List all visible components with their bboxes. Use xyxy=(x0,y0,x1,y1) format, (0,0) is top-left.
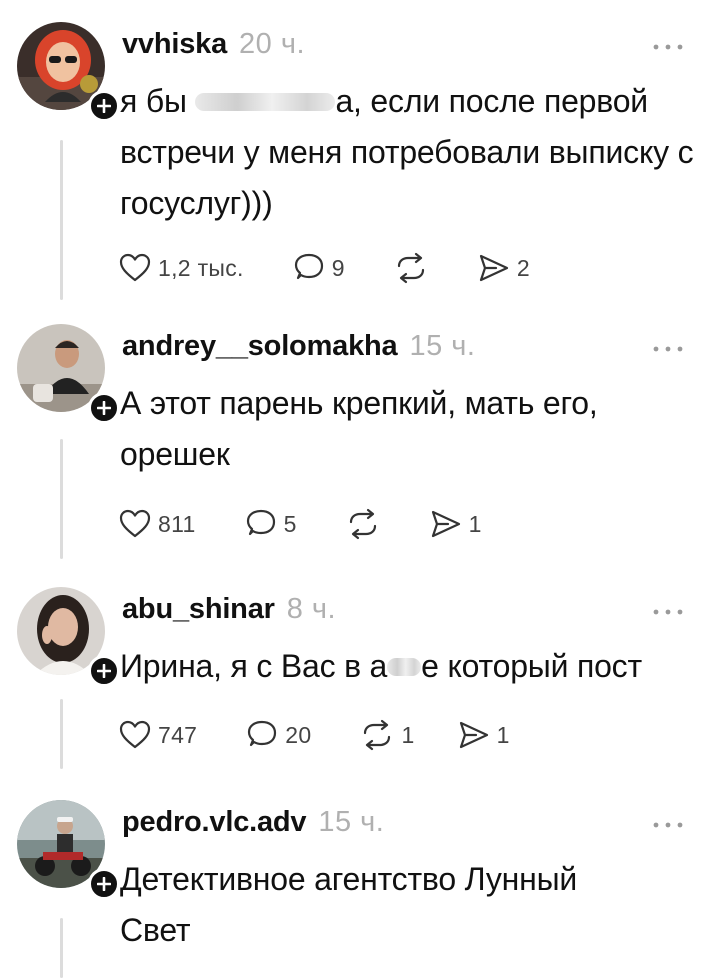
comment-text: Детективное агентство Лунный Свет xyxy=(120,854,640,956)
more-dots-icon[interactable] xyxy=(650,605,686,619)
more-dots-icon[interactable] xyxy=(650,342,686,356)
reply-count: 5 xyxy=(283,510,297,537)
share-count: 1 xyxy=(468,510,482,537)
share-icon xyxy=(479,254,508,282)
plus-icon xyxy=(97,877,111,891)
follow-button[interactable] xyxy=(88,868,120,900)
more-dots-icon[interactable] xyxy=(650,40,686,54)
like-button[interactable]: 747 xyxy=(118,715,197,755)
like-button[interactable]: 1,2 тыс. xyxy=(118,248,244,288)
plus-icon xyxy=(97,99,111,113)
username[interactable]: andrey__solomakha xyxy=(122,330,398,363)
post-time: 8 ч. xyxy=(286,593,337,625)
action-bar: 1,2 тыс. 9 2 xyxy=(118,248,530,288)
comment-text-part: Ирина, я с Вас в а xyxy=(120,648,388,684)
repost-count: 1 xyxy=(401,721,415,748)
repost-button[interactable] xyxy=(345,504,387,544)
share-button[interactable]: 1 xyxy=(457,715,510,755)
repost-icon xyxy=(364,719,391,751)
post-time: 15 ч. xyxy=(318,806,385,838)
share-button[interactable]: 1 xyxy=(429,504,482,544)
reply-button[interactable]: 20 xyxy=(245,715,311,755)
like-count: 811 xyxy=(158,510,196,537)
comment-text: Ирина, я с Вас в а е который пост xyxy=(120,641,700,692)
reply-count: 20 xyxy=(285,721,312,748)
reply-button[interactable]: 9 xyxy=(292,248,345,288)
comment-text: я бы а, если после первой встречи у меня… xyxy=(120,76,700,229)
heart-icon xyxy=(119,720,151,749)
plus-icon xyxy=(97,401,111,415)
post-header: andrey__solomakha 15 ч. xyxy=(122,330,475,370)
repost-button[interactable] xyxy=(393,248,435,288)
comment-text-part: А этот парень крепкий, мать его, орешек xyxy=(120,385,598,472)
repost-icon xyxy=(349,508,376,540)
censor-blur xyxy=(387,657,422,676)
follow-button[interactable] xyxy=(88,655,120,687)
comment-text-part: е который пост xyxy=(421,648,642,684)
comment-text-part: Детективное агентство Лунный Свет xyxy=(120,861,578,948)
comment-icon xyxy=(248,720,277,747)
thread-line xyxy=(60,918,63,978)
action-bar: 747 20 1 1 xyxy=(118,715,510,755)
like-count: 747 xyxy=(158,721,198,748)
post-header: pedro.vlc.adv 15 ч. xyxy=(122,806,384,846)
avatar[interactable] xyxy=(17,324,120,424)
post-header: abu_shinar 8 ч. xyxy=(122,593,336,633)
reply-count: 9 xyxy=(331,254,345,281)
comment-icon xyxy=(294,253,323,280)
username[interactable]: pedro.vlc.adv xyxy=(122,806,307,839)
heart-icon xyxy=(119,509,151,538)
reply-button[interactable]: 5 xyxy=(244,504,297,544)
username[interactable]: vvhiska xyxy=(122,28,227,61)
repost-button[interactable]: 1 xyxy=(359,715,414,755)
heart-icon xyxy=(119,253,151,282)
share-count: 2 xyxy=(516,254,530,281)
thread-line xyxy=(60,699,63,769)
post-header: vvhiska 20 ч. xyxy=(122,28,305,68)
thread-line xyxy=(60,140,63,300)
follow-button[interactable] xyxy=(88,90,120,122)
repost-icon xyxy=(397,252,424,284)
avatar[interactable] xyxy=(17,22,120,122)
comment-icon xyxy=(246,509,275,536)
avatar[interactable] xyxy=(17,800,120,900)
post-time: 15 ч. xyxy=(409,330,476,362)
post-time: 20 ч. xyxy=(239,28,305,60)
comment-text-part: я бы xyxy=(120,83,196,119)
share-count: 1 xyxy=(496,721,510,748)
comments-feed: vvhiska 20 ч. я бы а, если после первой … xyxy=(0,0,720,978)
username[interactable]: abu_shinar xyxy=(122,593,275,626)
action-bar: 811 5 1 xyxy=(118,504,482,544)
thread-line xyxy=(60,439,63,559)
censor-blur xyxy=(195,92,336,111)
share-icon xyxy=(431,510,460,538)
share-icon xyxy=(459,721,488,749)
plus-icon xyxy=(97,664,111,678)
avatar[interactable] xyxy=(17,587,120,687)
like-count: 1,2 тыс. xyxy=(158,254,244,281)
share-button[interactable]: 2 xyxy=(477,248,530,288)
like-button[interactable]: 811 xyxy=(118,504,196,544)
more-dots-icon[interactable] xyxy=(650,818,686,832)
follow-button[interactable] xyxy=(88,392,120,424)
comment-text: А этот парень крепкий, мать его, орешек xyxy=(120,378,700,480)
